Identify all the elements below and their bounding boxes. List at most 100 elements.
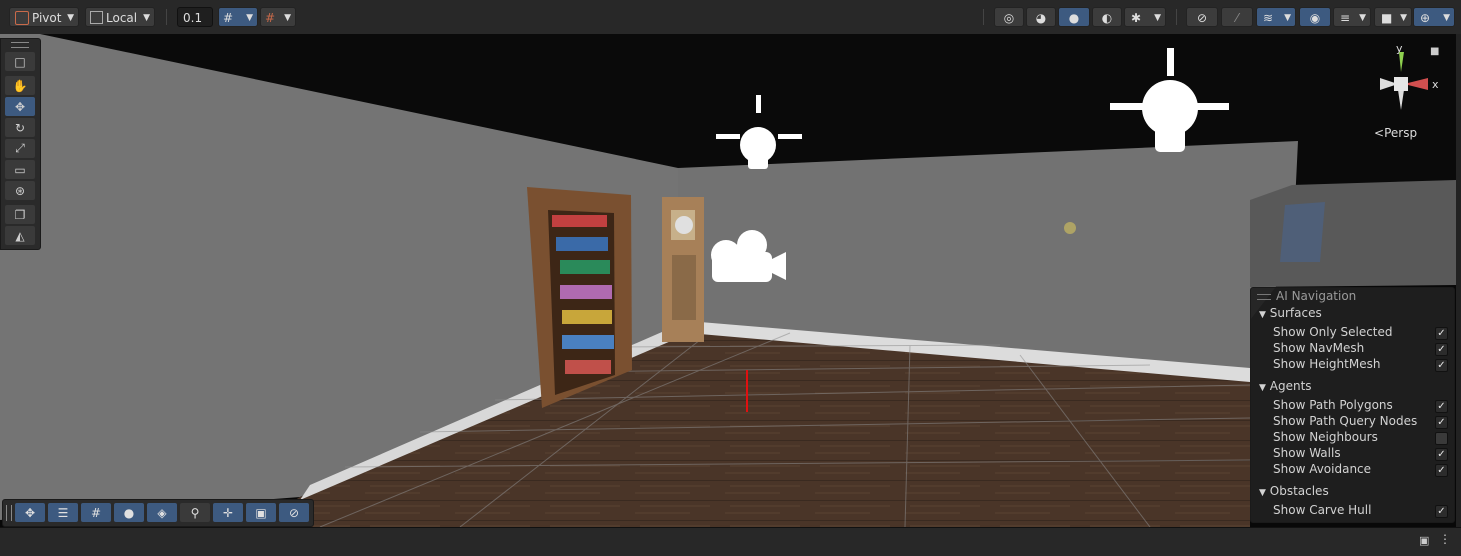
projection-toggle[interactable]: <Persp [1374, 126, 1417, 140]
bug-icon: ✱ [1131, 11, 1142, 25]
view-tool-button[interactable]: □ [5, 52, 35, 71]
agents-foldout[interactable]: ▼ Agents [1259, 378, 1312, 394]
search-overlay-button[interactable]: ⚲ [180, 503, 210, 522]
show-path-polygons-checkbox[interactable]: ✓ [1435, 400, 1448, 413]
chevron-down-icon: ▼ [143, 13, 150, 23]
sphere-overlay-button[interactable]: ● [114, 503, 144, 522]
panel-drag-handle[interactable] [6, 505, 12, 521]
rect-icon: ▭ [14, 162, 26, 177]
bookshelf [527, 187, 632, 408]
chevron-down-icon: ▼ [1359, 13, 1366, 23]
foldout-arrow-icon: ▼ [1259, 310, 1266, 320]
chevron-down-icon: ▼ [1154, 13, 1161, 23]
scene-visibility-toggle[interactable]: ◉ [1299, 7, 1331, 27]
sphere-icon: ● [123, 505, 135, 520]
navmesh-overlay-button[interactable]: ◈ [147, 503, 177, 522]
local-dropdown[interactable]: Local ▼ [85, 7, 155, 27]
custom-tool-icon: ❐ [14, 207, 26, 222]
lock-icon[interactable]: ▣ [1419, 534, 1429, 547]
lighting-toggle[interactable]: ⊘ [1186, 7, 1218, 27]
viewport-edge [1456, 34, 1461, 527]
cube-icon: □ [14, 54, 26, 69]
grid-visibility-dropdown[interactable]: # ▼ [260, 7, 296, 27]
camera-icon: ▣ [255, 505, 267, 520]
compass-overlay-button[interactable]: ⊘ [279, 503, 309, 522]
rect-tool-button[interactable]: ▭ [5, 160, 35, 179]
show-carve-hull-checkbox[interactable]: ✓ [1435, 505, 1448, 518]
panel-drag-handle[interactable] [1257, 294, 1271, 300]
show-path-polygons-label: Show Path Polygons [1273, 398, 1393, 412]
show-heightmesh-label: Show HeightMesh [1273, 357, 1381, 371]
show-only-selected-label: Show Only Selected [1273, 325, 1393, 339]
window [1280, 202, 1325, 262]
audio-toggle[interactable]: ⁄ [1221, 7, 1253, 27]
grid-snap-toggle[interactable]: # ▼ [218, 7, 258, 27]
obstacles-label: Obstacles [1269, 484, 1329, 498]
settings-overlay-button[interactable]: ☰ [48, 503, 78, 522]
layers-dropdown[interactable]: ≡ ▼ [1333, 7, 1371, 27]
shaded-button[interactable]: ● [1058, 7, 1090, 27]
search-icon: ⚲ [190, 505, 200, 520]
panel-title: AI Navigation [1276, 289, 1357, 303]
chevron-down-icon: ▼ [67, 13, 74, 23]
show-neighbours-checkbox[interactable] [1435, 432, 1448, 445]
obstacles-foldout[interactable]: ▼ Obstacles [1259, 483, 1329, 499]
toolbar-divider [1176, 9, 1177, 25]
show-path-query-nodes-checkbox[interactable]: ✓ [1435, 416, 1448, 429]
show-carve-hull-label: Show Carve Hull [1273, 503, 1372, 517]
camera-settings-dropdown[interactable]: ■ ▼ [1374, 7, 1412, 27]
camera-overlay-button[interactable]: ▣ [246, 503, 276, 522]
lock-icon[interactable]: ■ [1430, 46, 1439, 57]
orientation-gizmo[interactable]: y x ■ [1368, 42, 1448, 132]
surfaces-label: Surfaces [1269, 306, 1322, 320]
panel-drag-handle[interactable] [11, 42, 29, 48]
menu-icon[interactable]: ⋮ [1439, 532, 1451, 546]
scale-tool-button[interactable]: ⤢ [5, 139, 35, 158]
snap-increment-field[interactable]: 0.1 [177, 7, 213, 27]
pivot-icon: ✛ [222, 505, 234, 520]
move-overlay-button[interactable]: ✥ [15, 503, 45, 522]
chevron-down-icon: ▼ [284, 13, 291, 23]
show-heightmesh-checkbox[interactable]: ✓ [1435, 359, 1448, 372]
unlit-button[interactable]: ◐ [1092, 7, 1122, 27]
wireframe-shading-button[interactable]: ◎ [994, 7, 1024, 27]
show-walls-checkbox[interactable]: ✓ [1435, 448, 1448, 461]
move-tool-button[interactable]: ✥ [5, 97, 35, 116]
surfaces-foldout[interactable]: ▼ Surfaces [1259, 305, 1322, 321]
effects-dropdown[interactable]: ≋ ▼ [1256, 7, 1296, 27]
chevron-down-icon: ▼ [246, 13, 253, 23]
show-navmesh-checkbox[interactable]: ✓ [1435, 343, 1448, 356]
camera-icon: ■ [1381, 11, 1393, 25]
scene-toolbar: Pivot ▼ Local ▼ 0.1 # ▼ # ▼ ◎ ◕ ● ◐ ✱ ▼ … [0, 0, 1461, 35]
pivot-dropdown[interactable]: Pivot ▼ [9, 7, 79, 27]
custom-tool-button[interactable]: ❐ [5, 205, 35, 224]
ai-navigation-panel: AI Navigation ▼ Surfaces Show Only Selec… [1250, 287, 1455, 523]
grid-icon: # [90, 505, 102, 520]
transform-tool-button[interactable]: ⊛ [5, 181, 35, 200]
shaded-wireframe-button[interactable]: ◕ [1026, 7, 1056, 27]
projection-label: Persp [1384, 126, 1418, 140]
hand-tool-button[interactable]: ✋ [5, 76, 35, 95]
grid-snap-icon: # [223, 11, 234, 25]
show-avoidance-checkbox[interactable]: ✓ [1435, 464, 1448, 477]
scene-viewport[interactable]: y x ■ <Persp [0, 34, 1456, 527]
gizmos-dropdown[interactable]: ⊕ ▼ [1413, 7, 1455, 27]
tools-overlay: □ ✋ ✥ ↻ ⤢ ▭ ⊛ ❐ ◭ [0, 38, 41, 250]
navmesh-tool-button[interactable]: ◭ [5, 226, 35, 245]
grandfather-clock [662, 197, 704, 342]
cube-icon [90, 11, 103, 24]
gizmo-icon: ⊕ [1420, 11, 1431, 25]
rotate-tool-button[interactable]: ↻ [5, 118, 35, 137]
projection-icon: < [1374, 126, 1385, 140]
pivot-icon [15, 11, 29, 25]
debug-draw-dropdown[interactable]: ✱ ▼ [1124, 7, 1166, 27]
wireframe-icon: ◎ [1003, 11, 1015, 25]
overlay-toolbar: ✥ ☰ # ● ◈ ⚲ ✛ ▣ ⊘ [2, 499, 314, 527]
sliders-icon: ☰ [57, 505, 69, 520]
show-only-selected-checkbox[interactable]: ✓ [1435, 327, 1448, 340]
pivot-overlay-button[interactable]: ✛ [213, 503, 243, 522]
grid-overlay-button[interactable]: # [81, 503, 111, 522]
layers-icon: ≋ [1263, 11, 1274, 25]
show-walls-label: Show Walls [1273, 446, 1341, 460]
local-label: Local [106, 11, 138, 25]
